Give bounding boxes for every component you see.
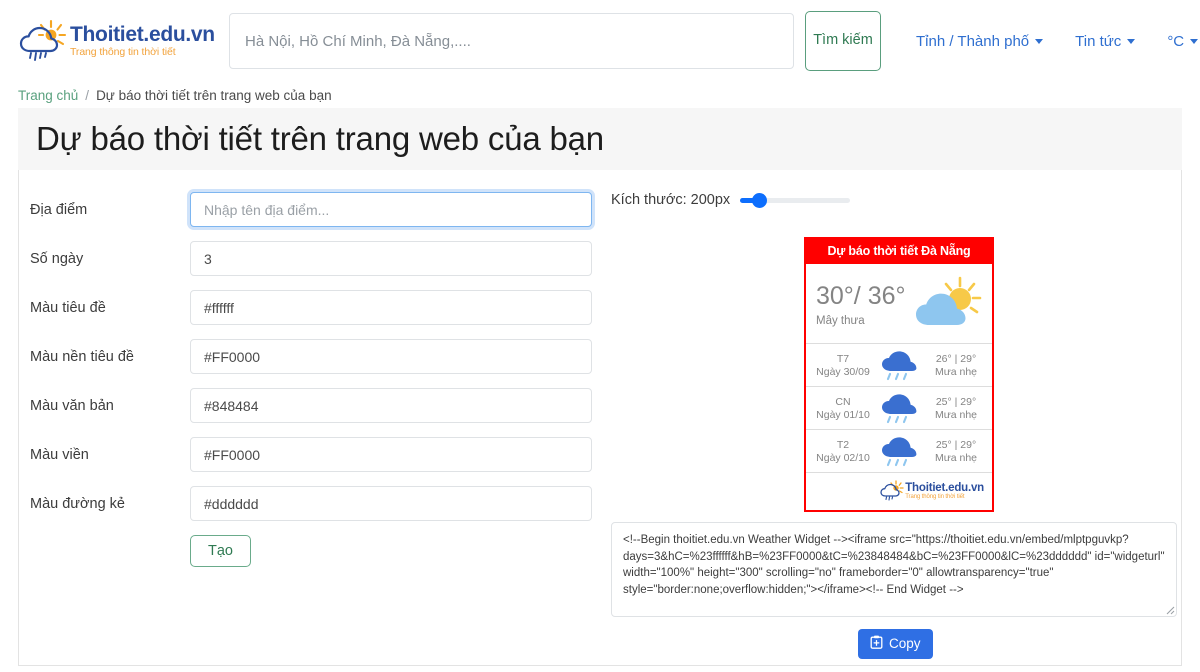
forecast-range: 25° | 29° bbox=[935, 395, 977, 408]
form-label-border-color: Màu viền bbox=[30, 446, 89, 463]
rain-cloud-icon bbox=[876, 349, 926, 381]
form-row-line-color: Màu đường kẻ bbox=[30, 486, 611, 521]
nav-item-label: Tỉnh / Thành phố bbox=[916, 32, 1030, 50]
days-input[interactable] bbox=[190, 241, 592, 276]
border-color-input[interactable] bbox=[190, 437, 592, 472]
logo-subtitle: Trang thông tin thời tiết bbox=[70, 46, 176, 59]
copy-button[interactable]: Copy bbox=[858, 629, 933, 659]
forecast-row: T2 Ngày 02/10 25° | 29° Mưa nhẹ bbox=[806, 430, 992, 473]
forecast-condition: Mưa nhẹ bbox=[934, 408, 978, 421]
breadcrumb-home[interactable]: Trang chủ bbox=[18, 88, 78, 103]
forecast-day: T7 Ngày 30/09 bbox=[810, 353, 876, 378]
widget-footer-logo: Thoitiet.edu.vn Trang thông tin thời tiế… bbox=[879, 480, 984, 502]
forecast-dow: T7 bbox=[836, 352, 850, 365]
forecast-date: Ngày 30/09 bbox=[816, 365, 870, 378]
line-color-input[interactable] bbox=[190, 486, 592, 521]
form-row-title-bg-color: Màu nền tiêu đề bbox=[30, 339, 611, 374]
forecast-date: Ngày 02/10 bbox=[816, 451, 870, 464]
size-slider[interactable] bbox=[740, 192, 851, 208]
logo-text: Thoitiet.edu.vn Trang thông tin thời tiế… bbox=[70, 24, 215, 58]
sun-cloud-icon bbox=[912, 275, 984, 335]
forecast-dow: CN bbox=[835, 395, 851, 408]
form-label-text-color: Màu văn bản bbox=[30, 397, 114, 414]
forecast-dow: T2 bbox=[836, 438, 850, 451]
forecast-temps: 25° | 29° Mưa nhẹ bbox=[926, 439, 986, 464]
rain-cloud-icon bbox=[876, 392, 926, 424]
breadcrumb: Trang chủ / Dự báo thời tiết trên trang … bbox=[0, 82, 1200, 108]
chevron-down-icon bbox=[1190, 38, 1199, 44]
forecast-day: CN Ngày 01/10 bbox=[810, 396, 876, 421]
widget-footer-text: Thoitiet.edu.vn Trang thông tin thời tiế… bbox=[905, 482, 984, 500]
form-row-border-color: Màu viền bbox=[30, 437, 611, 472]
widget-footer-subtitle: Trang thông tin thời tiết bbox=[905, 494, 965, 500]
nav-item-news[interactable]: Tin tức bbox=[1075, 32, 1136, 50]
forecast-temps: 25° | 29° Mưa nhẹ bbox=[926, 396, 986, 421]
forecast-day: T2 Ngày 02/10 bbox=[810, 439, 876, 464]
nav-item-label: °C bbox=[1167, 32, 1185, 50]
chevron-down-icon bbox=[1035, 38, 1044, 44]
size-label: Kích thước: 200px bbox=[611, 192, 731, 208]
weather-widget-preview: Dự báo thời tiết Đà Nẵng 30°/ 36° Mây th… bbox=[804, 237, 994, 512]
embed-code-textarea[interactable] bbox=[611, 522, 1177, 617]
location-input[interactable] bbox=[190, 192, 592, 227]
current-temperature: 30°/ 36° bbox=[816, 282, 906, 311]
title-color-input[interactable] bbox=[190, 290, 592, 325]
current-description: Mây thưa bbox=[816, 314, 865, 327]
form-row-title-color: Màu tiêu đề bbox=[30, 290, 611, 325]
search-input[interactable] bbox=[229, 13, 794, 69]
form-row-text-color: Màu văn bản bbox=[30, 388, 611, 423]
nav-item-unit[interactable]: °C bbox=[1167, 32, 1199, 50]
breadcrumb-separator: / bbox=[85, 87, 90, 103]
forecast-range: 26° | 29° bbox=[935, 352, 977, 365]
current-text: 30°/ 36° Mây thưa bbox=[816, 283, 912, 327]
chevron-down-icon bbox=[1127, 38, 1136, 44]
form-row-location: Địa điểm bbox=[30, 192, 611, 227]
widget-preview-panel: Kích thước: 200px Dự báo thời tiết Đà Nẵ… bbox=[611, 192, 1181, 665]
nav-item-provinces[interactable]: Tỉnh / Thành phố bbox=[916, 32, 1044, 50]
create-widget-button[interactable]: Tạo bbox=[190, 535, 251, 567]
form-label-title-color: Màu tiêu đề bbox=[30, 299, 106, 316]
form-label-days: Số ngày bbox=[30, 250, 84, 267]
sun-cloud-rain-icon bbox=[18, 19, 68, 63]
breadcrumb-current: Dự báo thời tiết trên trang web của bạn bbox=[96, 87, 332, 103]
search-button[interactable]: Tìm kiếm bbox=[805, 11, 881, 71]
page-title-bar: Dự báo thời tiết trên trang web của bạn bbox=[18, 108, 1182, 170]
sun-cloud-rain-icon bbox=[879, 480, 905, 502]
widget-settings-form: Địa điểm Số ngày Màu tiêu đề Màu nền tiê… bbox=[19, 192, 611, 665]
site-header: Thoitiet.edu.vn Trang thông tin thời tiế… bbox=[0, 0, 1200, 82]
forecast-date: Ngày 01/10 bbox=[816, 408, 870, 421]
clipboard-icon bbox=[870, 635, 883, 652]
widget-footer-title: Thoitiet.edu.vn bbox=[905, 482, 984, 494]
title-bg-color-input[interactable] bbox=[190, 339, 592, 374]
forecast-condition: Mưa nhẹ bbox=[934, 451, 978, 464]
form-row-create: Tạo bbox=[30, 535, 611, 567]
copy-button-label: Copy bbox=[889, 636, 921, 651]
widget-footer: Thoitiet.edu.vn Trang thông tin thời tiế… bbox=[806, 473, 992, 510]
widget-current-weather: 30°/ 36° Mây thưa bbox=[806, 264, 992, 344]
nav-item-label: Tin tức bbox=[1075, 32, 1122, 50]
forecast-row: T7 Ngày 30/09 26° | 29° Mưa nhẹ bbox=[806, 344, 992, 387]
rain-cloud-icon bbox=[876, 435, 926, 467]
widget-builder-card: Địa điểm Số ngày Màu tiêu đề Màu nền tiê… bbox=[18, 170, 1182, 666]
form-row-days: Số ngày bbox=[30, 241, 611, 276]
main-nav: Tỉnh / Thành phố Tin tức °C bbox=[916, 32, 1199, 50]
forecast-range: 25° | 29° bbox=[935, 438, 977, 451]
text-color-input[interactable] bbox=[190, 388, 592, 423]
page-title: Dự báo thời tiết trên trang web của bạn bbox=[36, 120, 604, 157]
slider-thumb[interactable] bbox=[752, 192, 768, 208]
size-control: Kích thước: 200px bbox=[611, 192, 1169, 208]
form-label-location: Địa điểm bbox=[30, 201, 88, 218]
logo-title: Thoitiet.edu.vn bbox=[70, 23, 215, 47]
forecast-temps: 26° | 29° Mưa nhẹ bbox=[926, 353, 986, 378]
site-logo[interactable]: Thoitiet.edu.vn Trang thông tin thời tiế… bbox=[18, 19, 216, 63]
form-label-line-color: Màu đường kẻ bbox=[30, 495, 125, 512]
widget-title: Dự báo thời tiết Đà Nẵng bbox=[806, 239, 992, 264]
forecast-row: CN Ngày 01/10 25° | 29° Mưa nhẹ bbox=[806, 387, 992, 430]
form-label-title-bg-color: Màu nền tiêu đề bbox=[30, 348, 134, 365]
forecast-condition: Mưa nhẹ bbox=[934, 365, 978, 378]
